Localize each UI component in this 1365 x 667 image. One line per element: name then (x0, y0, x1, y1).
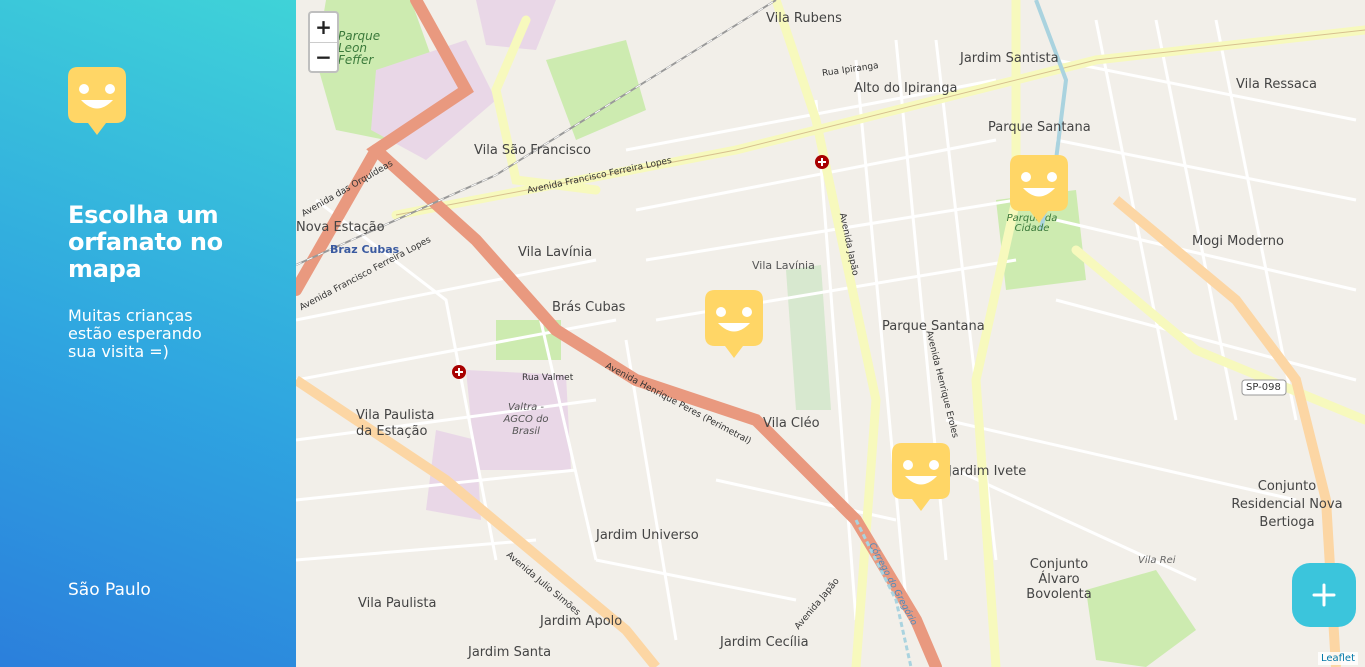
happy-face-pin-icon (1010, 155, 1068, 223)
map-label: Jardim Santa (468, 645, 552, 660)
sidebar: Escolha um orfanato no mapa Muitas crian… (0, 0, 296, 667)
zoom-in-button[interactable]: + (310, 13, 337, 42)
page-title: Escolha um orfanato no mapa (68, 201, 223, 283)
map-label: Jardim Apolo (540, 614, 623, 629)
happy-face-pin-icon (705, 290, 763, 358)
map-label: Conjunto Álvaro Bovolenta (1026, 557, 1092, 602)
map-label: Vila Paulista (358, 596, 437, 611)
map[interactable]: Vila Rubens Alto do Ipiranga Jardim Sant… (296, 0, 1365, 667)
plus-icon (1312, 583, 1336, 607)
map-label: Brás Cubas (552, 300, 626, 315)
map-label: Vila Rei (1138, 555, 1176, 566)
map-label: Alto do Ipiranga (854, 81, 958, 96)
map-label: Jardim Santista (960, 51, 1059, 66)
map-tiles (296, 0, 1365, 667)
map-label: Jardim Universo (596, 528, 699, 543)
map-label: Vila Ressaca (1236, 77, 1318, 92)
city-label: São Paulo (68, 580, 151, 600)
map-label: Valtra - AGCO do Brasil (503, 402, 549, 437)
map-label: Vila Lavínia (518, 245, 593, 260)
map-label: Parque Leon Feffer (338, 29, 381, 67)
map-label: Vila Cléo (763, 416, 820, 431)
page-subtitle: Muitas crianças estão esperando sua visi… (68, 306, 202, 361)
map-label: Conjunto Residencial Nova Bertioga (1231, 479, 1343, 530)
map-label: Jardim Ivete (948, 464, 1027, 479)
map-label: Mogi Moderno (1192, 234, 1284, 249)
orphanage-marker[interactable] (705, 290, 763, 358)
map-label: Nova Estação (296, 220, 385, 235)
orphanage-marker[interactable] (1010, 155, 1068, 223)
map-label: SP-098 (1246, 382, 1281, 393)
map-label: Vila Rubens (766, 11, 842, 26)
map-label: Vila Lavínia (752, 259, 815, 272)
map-label: Braz Cubas (330, 243, 400, 256)
map-label: Parque Santana (988, 120, 1091, 135)
zoom-control: + − (308, 11, 339, 73)
orphanage-marker[interactable] (892, 443, 950, 511)
map-label: Rua Valmet (522, 373, 574, 383)
map-label: Vila São Francisco (474, 143, 591, 158)
create-orphanage-button[interactable] (1292, 563, 1356, 627)
zoom-out-button[interactable]: − (310, 42, 337, 71)
happy-logo-icon (68, 67, 126, 135)
map-label: Vila Paulista da Estação (356, 408, 435, 439)
map-label: Jardim Cecília (720, 635, 809, 650)
happy-face-pin-icon (892, 443, 950, 511)
leaflet-attribution-link[interactable]: Leaflet (1317, 652, 1358, 665)
